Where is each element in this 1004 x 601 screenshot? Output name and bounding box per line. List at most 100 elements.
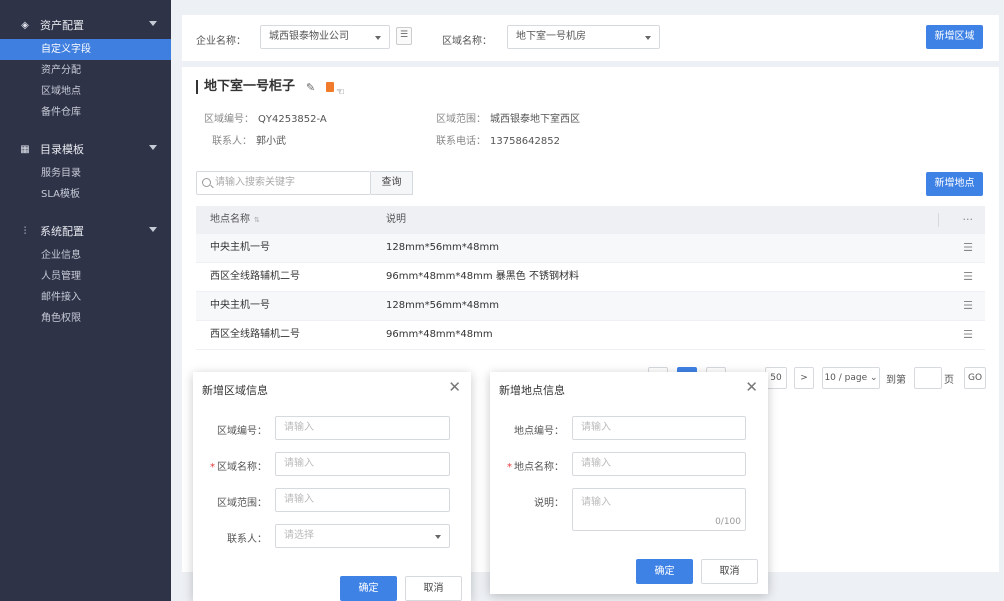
- cell-name: 中央主机一号: [210, 242, 270, 253]
- location-cancel-button[interactable]: 取消: [701, 559, 758, 584]
- contact-value: 郭小武: [256, 136, 286, 147]
- layers-icon: ◈: [21, 19, 29, 31]
- search-input[interactable]: 请输入搜索关键字: [196, 171, 371, 195]
- search-icon: [202, 178, 211, 187]
- row-menu-icon[interactable]: ☰: [963, 263, 973, 291]
- trash-icon[interactable]: [326, 82, 334, 92]
- col-header-name[interactable]: 地点名称 ⇅: [210, 206, 260, 234]
- cell-name: 西区全线路辅机二号: [210, 329, 300, 340]
- area-select-value: 地下室一号机房: [516, 31, 586, 42]
- sidebar-item-service-catalog[interactable]: 服务目录: [0, 163, 171, 184]
- cell-desc: 128mm*56mm*48mm: [386, 242, 499, 253]
- close-icon[interactable]: ✕: [448, 379, 461, 395]
- next-page-button[interactable]: >: [794, 367, 814, 389]
- grid-icon: ▦: [20, 143, 30, 155]
- chevron-down-icon: [149, 21, 157, 26]
- chevron-down-icon: ⌄: [870, 373, 878, 383]
- sidebar-item-staff-management[interactable]: 人员管理: [0, 266, 171, 287]
- go-button[interactable]: GO: [964, 367, 986, 389]
- goto-input[interactable]: [914, 367, 942, 389]
- sidebar-group-label: 资产配置: [40, 19, 84, 32]
- add-location-button[interactable]: 新增地点: [926, 172, 983, 196]
- area-title: 地下室一号柜子: [196, 80, 295, 94]
- area-code-field-label: 区域编号：: [217, 426, 267, 437]
- sidebar-item-asset-allocation[interactable]: 资产分配: [0, 60, 171, 81]
- contact-select[interactable]: 请选择: [275, 524, 450, 548]
- cell-desc: 96mm*48mm*48mm: [386, 329, 493, 340]
- location-name-input[interactable]: 请输入: [572, 452, 746, 476]
- sidebar-item-spare-warehouse[interactable]: 备件仓库: [0, 102, 171, 123]
- per-page-select[interactable]: 10 / page ⌄: [822, 367, 880, 389]
- sidebar-group-catalog-template[interactable]: ▦ 目录模板: [0, 135, 171, 163]
- edit-icon[interactable]: ✎: [306, 81, 318, 94]
- per-page-value: 10 / page: [824, 373, 868, 383]
- table-header: 地点名称 ⇅ 说明 ···: [196, 206, 985, 234]
- contact-label: 联系人：: [212, 136, 252, 147]
- area-name-field-label: * 区域名称：: [203, 458, 267, 473]
- sidebar-item-custom-fields[interactable]: 自定义字段: [0, 39, 171, 60]
- sidebar-item-sla-template[interactable]: SLA模板: [0, 184, 171, 205]
- row-menu-icon[interactable]: ☰: [963, 292, 973, 320]
- char-counter: 0/100: [715, 517, 741, 527]
- table-row[interactable]: 西区全线路辅机二号 96mm*48mm*48mm ☰: [196, 321, 985, 350]
- sidebar-group-label: 目录模板: [40, 143, 84, 156]
- col-header-name-label: 地点名称: [210, 214, 250, 225]
- sidebar-item-role-permission[interactable]: 角色权限: [0, 308, 171, 329]
- add-location-dialog: 新增地点信息 ✕ 地点编号： 请输入 * 地点名称： 请输入 说明： 请输入 0/…: [490, 372, 768, 594]
- phone-value: 13758642852: [490, 136, 560, 147]
- area-range-input[interactable]: 请输入: [275, 488, 450, 512]
- description-field-label: 说明：: [534, 498, 564, 509]
- search-placeholder: 请输入搜索关键字: [215, 177, 295, 188]
- description-textarea[interactable]: 请输入 0/100: [572, 488, 746, 531]
- caret-down-icon: [375, 36, 381, 40]
- sort-icon[interactable]: ⇅: [254, 216, 260, 224]
- location-code-input[interactable]: 请输入: [572, 416, 746, 440]
- area-range-field-label: 区域范围：: [217, 498, 267, 509]
- contact-info: 联系人： 郭小武: [212, 132, 286, 147]
- company-select[interactable]: 城西银泰物业公司: [260, 25, 390, 49]
- area-code-input[interactable]: 请输入: [275, 416, 450, 440]
- required-mark: *: [210, 462, 215, 473]
- sliders-icon: ⫶: [23, 225, 27, 237]
- sidebar-group-asset-config[interactable]: ◈ 资产配置: [0, 11, 171, 39]
- sidebar-group-system-config[interactable]: ⫶ 系统配置: [0, 217, 171, 245]
- sidebar-item-company-info[interactable]: 企业信息: [0, 245, 171, 266]
- table-row[interactable]: 中央主机一号 128mm*56mm*48mm ☰: [196, 292, 985, 321]
- location-name-label-text: 地点名称：: [514, 462, 564, 473]
- contact-select-placeholder: 请选择: [284, 530, 314, 541]
- row-menu-icon[interactable]: ☰: [963, 234, 973, 262]
- page-size-50[interactable]: 50: [765, 367, 787, 389]
- query-button[interactable]: 查询: [371, 171, 413, 195]
- add-area-dialog: 新增区域信息 ✕ 区域编号： 请输入 * 区域名称： 请输入 区域范围： 请输入 …: [193, 372, 471, 601]
- area-range-label: 区域范围：: [436, 114, 486, 125]
- list-icon[interactable]: ☰: [396, 27, 412, 45]
- row-menu-icon[interactable]: ☰: [963, 321, 973, 349]
- location-confirm-button[interactable]: 确定: [636, 559, 693, 584]
- sidebar: ◈ 资产配置 自定义字段 资产分配 区域地点 备件仓库 ▦ 目录模板 服务目录 …: [0, 0, 171, 601]
- table-row[interactable]: 西区全线路辅机二号 96mm*48mm*48mm 暴黑色 不锈钢材料 ☰: [196, 263, 985, 292]
- cell-name: 西区全线路辅机二号: [210, 271, 300, 282]
- area-code-value: QY4253852-A: [258, 114, 327, 125]
- add-area-button[interactable]: 新增区域: [926, 25, 983, 49]
- required-mark: *: [507, 462, 512, 473]
- location-name-field-label: * 地点名称：: [500, 458, 564, 473]
- chevron-down-icon: [149, 145, 157, 150]
- more-icon[interactable]: ···: [963, 206, 974, 234]
- dialog-title: 新增地点信息: [499, 384, 565, 397]
- area-select[interactable]: 地下室一号机房: [507, 25, 660, 49]
- cell-desc: 96mm*48mm*48mm 暴黑色 不锈钢材料: [386, 271, 579, 282]
- close-icon[interactable]: ✕: [745, 379, 758, 395]
- sidebar-item-mail-access[interactable]: 邮件接入: [0, 287, 171, 308]
- area-name-label-text: 区域名称：: [217, 462, 267, 473]
- company-label: 企业名称：: [196, 36, 246, 47]
- area-cancel-button[interactable]: 取消: [405, 576, 462, 601]
- col-header-desc: 说明: [386, 214, 406, 225]
- sidebar-item-area-location[interactable]: 区域地点: [0, 81, 171, 102]
- cell-name: 中央主机一号: [210, 300, 270, 311]
- caret-down-icon: [645, 36, 651, 40]
- caret-down-icon: [435, 535, 441, 539]
- area-name-input[interactable]: 请输入: [275, 452, 450, 476]
- area-confirm-button[interactable]: 确定: [340, 576, 397, 601]
- contact-field-label: 联系人：: [227, 534, 267, 545]
- table-row[interactable]: 中央主机一号 128mm*56mm*48mm ☰: [196, 234, 985, 263]
